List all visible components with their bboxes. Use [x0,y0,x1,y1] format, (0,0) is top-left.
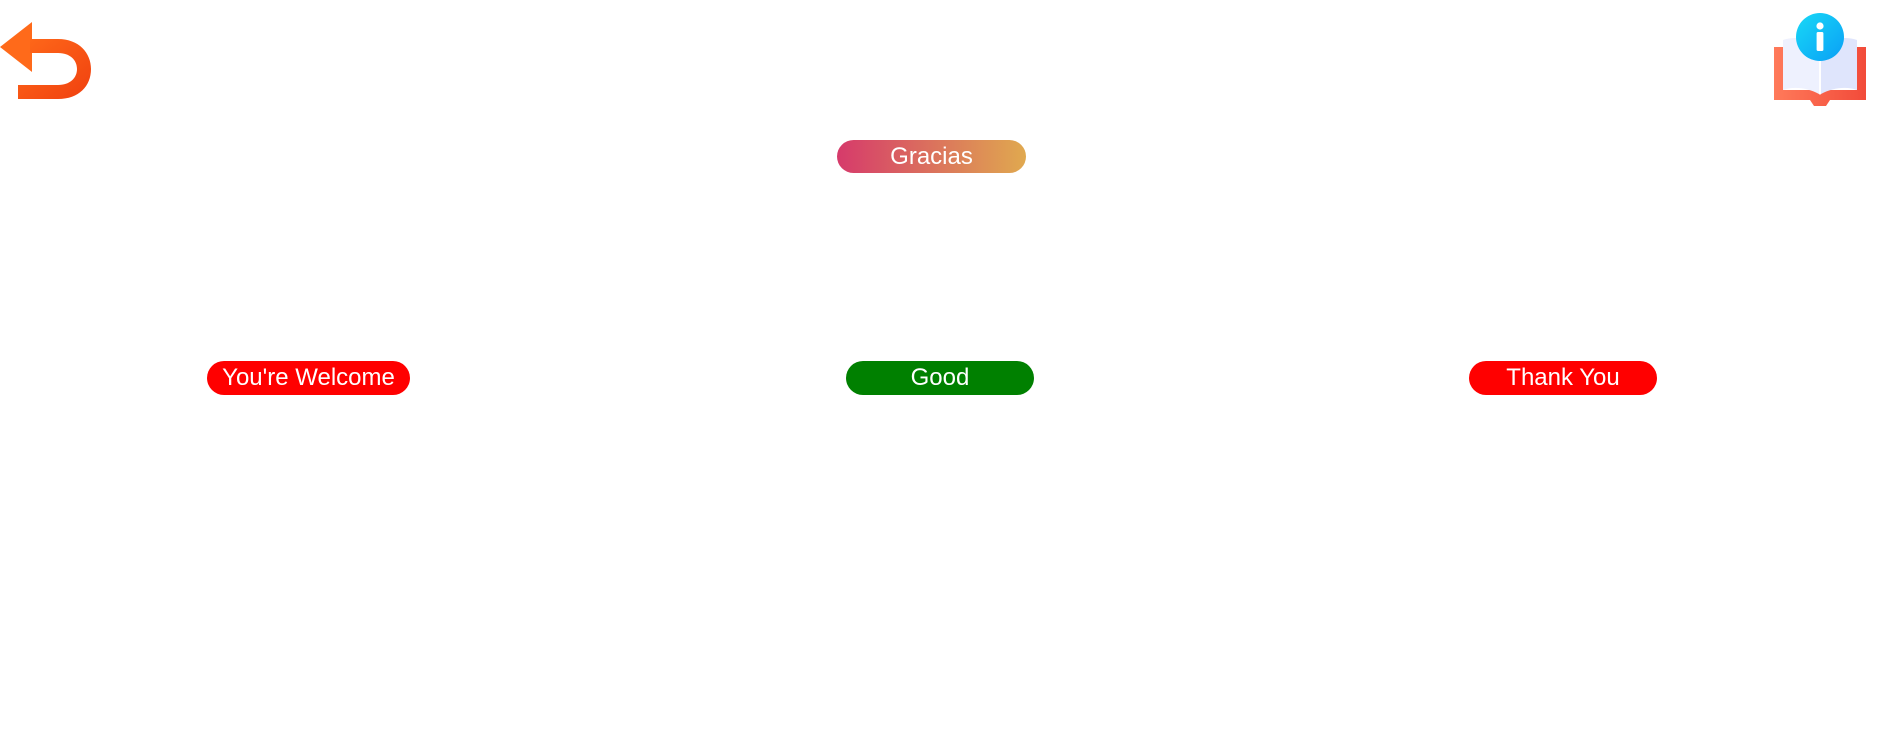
prompt-word: Gracias [837,140,1026,173]
quiz-screen: Gracias You're Welcome Good Thank You [0,0,1891,730]
info-button[interactable] [1772,12,1868,108]
answer-option-button[interactable]: Good [846,361,1034,395]
book-info-icon [1774,13,1866,106]
answer-option-button[interactable]: Thank You [1469,361,1657,395]
answer-option-button[interactable]: You're Welcome [207,361,410,395]
back-button[interactable] [0,22,95,100]
undo-arrow-icon [0,22,91,99]
